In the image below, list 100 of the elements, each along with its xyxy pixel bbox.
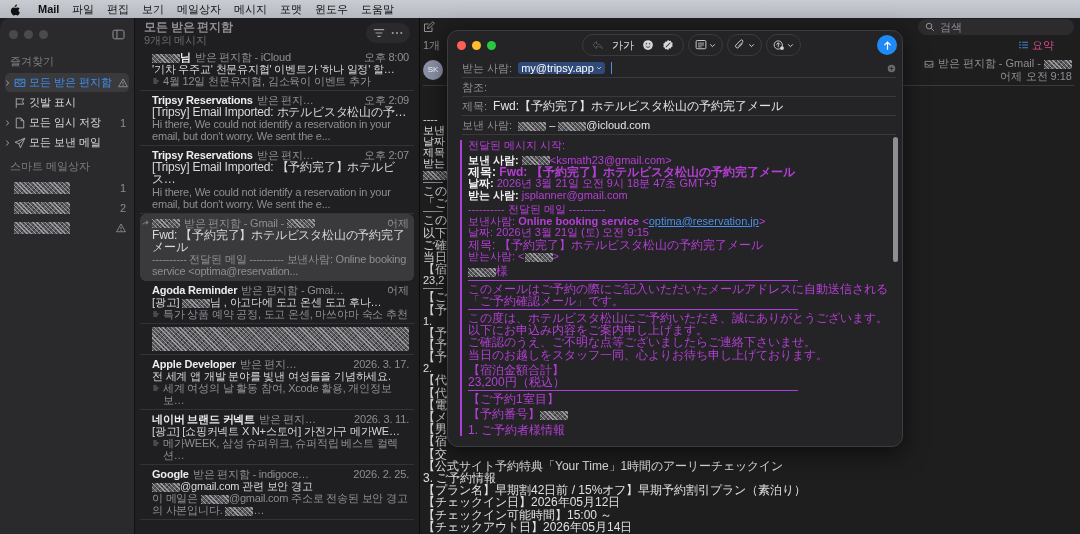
body-line: 날짜: 2026년 3월 21일 오전 9시 18분 47초 GMT+9 <box>468 178 717 190</box>
compose-icon[interactable] <box>423 21 435 33</box>
sidebar-item[interactable]: 깃발 표시 <box>5 93 129 112</box>
message-item[interactable]: 님 받은 편지함 - iCloud 오후 8:00 '기차 우주교' 천문유지협' 이벤트가 '하나 일정' 할… 4월 12일 천문유지협, 김소육이 이벤트 추가 <box>140 48 414 91</box>
sidebar-item[interactable]: 모든 임시 저장 1 <box>5 113 129 132</box>
message-text-line: 【チェックアウト日】2026年05月14日 <box>423 520 633 533</box>
message-text-line: 【代 <box>423 374 447 387</box>
message-item[interactable] <box>140 324 414 355</box>
message-item[interactable]: Apple Developer 받은 편지… 2026. 3. 17. 전 세계 앱 개발 분야를 빛낸 여성들을 기념하세요. 세계 여성의 날 활동 참여, Xcode 활용, 개인정보 보… <box>140 355 414 410</box>
sidebar-item[interactable]: 모든 받은 편지함 <box>5 73 129 92</box>
message-date: 어제 오전 9:18 <box>1000 70 1072 82</box>
chevron-icon[interactable] <box>5 78 10 87</box>
chevron-icon[interactable] <box>5 118 10 127</box>
message-text-line: 3. ご予約情報 <box>423 472 497 485</box>
recipient-token[interactable]: my@tripsy.app <box>518 62 605 74</box>
redacted-block <box>14 181 70 194</box>
message-preview: 메가WEEK, 삼성 슈퍼위크, 슈퍼적립 베스트 컬렉션… <box>163 437 400 461</box>
message-text-line: 【ご <box>423 291 447 304</box>
body-line: 当日のお越しをスタッフ一同、心よりお待ち申し上げております。 <box>468 348 828 361</box>
sidebar-toggle-icon[interactable] <box>112 28 125 40</box>
mailbox-name: 받은 편지함 - Gmail - <box>184 216 315 229</box>
message-text-line: 【宿 <box>423 435 447 448</box>
body-line: 보낸 사람: <ksmath23@gmail.com> <box>468 154 672 166</box>
message-preview: 이 메일은 @gmail.com 주소로 전송된 보안 경고의 사본입니다. … <box>152 492 409 516</box>
body-line: 【予約番号】 <box>468 408 568 421</box>
emoji-icon[interactable] <box>642 39 654 51</box>
message-item[interactable]: Tripsy Reservations 받은 편지… 오후 2:09 [Tripsy] Email Imported: ホテルビスタ松山の予… Hi there, We could not identify a reservation in your email, but don't worry. We sent the e... <box>140 91 414 147</box>
avatar: SK <box>423 59 443 80</box>
message-time: 오후 8:00 <box>363 51 409 63</box>
summarize-button[interactable]: 요약 <box>1018 37 1054 53</box>
search-field[interactable]: 검색 <box>918 19 1074 35</box>
message-text-line: 날짜 <box>423 135 445 147</box>
menu-item[interactable]: 도움말 <box>361 1 395 17</box>
menu-item[interactable]: 편집 <box>107 1 130 17</box>
message-text-line: 以下 <box>423 226 447 239</box>
menu-item[interactable]: 포맷 <box>280 1 303 17</box>
zoom-button[interactable] <box>487 40 496 50</box>
menu-item[interactable]: 메시지 <box>234 1 268 17</box>
flag-icon <box>14 96 26 109</box>
mailbox-name: 받은 편지… <box>258 413 316 425</box>
menu-item[interactable]: 윈도우 <box>315 1 349 17</box>
mailbox-name: 받은 편지함 - Gmail - <box>937 57 1072 69</box>
sidebar-item[interactable]: 2 <box>5 198 129 217</box>
message-subject: [광고] 님 , 아고다에 도고 온센 도고 후나… <box>152 296 382 308</box>
sidebar-label: 모든 임시 저장 <box>29 115 102 130</box>
message-text-line: この <box>423 214 447 227</box>
sender-name: Tripsy Reservations <box>152 94 253 106</box>
message-text-line: 【公式サイト予約特典「Your Time」1時間のアーリーチェックイン <box>423 459 784 472</box>
add-contact-button[interactable] <box>887 63 896 73</box>
message-item[interactable]: 네이버 브랜드 커넥트 받은 편지… 2026. 3. 11. [광고] [쇼핑커넥트 X N+스토어] 가전가구 메가WE… 메가WEEK, 삼성 슈퍼위크, 슈퍼적립 베스트 컬렉션… <box>140 410 414 465</box>
message-text-line: 【プラン名】早期割42日前 / 15%オフ】早期予約割引プラン（素泊り） <box>423 484 807 497</box>
sidebar-label: 깃발 표시 <box>29 95 77 110</box>
message-item[interactable]: 받은 편지함 - Gmail - 어제 Fwd: 【予約完了】ホテルビスタ松山の予約完了メール ---------- 전달된 메일 ---------- 보낸사람: Online booking service <optima@reservation... <box>140 213 414 281</box>
message-item[interactable]: Agoda Reminder 받은 편지함 - Gmai… 어제 [광고] 님 , 아고다에 도고 온센 도고 후나… 특가 상품 예약 공정, 도고 온센, 마쓰야마 숙소 추천 <box>140 281 414 324</box>
message-item[interactable]: Google 받은 편지함 - indigoce… 2026. 2. 25. @gmail.com 관련 보안 경고 이 메일은 @gmail.com 주소로 전송된 보안 경고의 사본입니다. … <box>140 465 414 520</box>
message-text-line: 【予 <box>423 326 447 339</box>
sidebar-item[interactable]: 1 <box>5 178 129 197</box>
badge-icon[interactable] <box>662 39 674 51</box>
message-count: 1개 <box>423 37 441 53</box>
minimize-button[interactable] <box>472 40 481 50</box>
sender-name: 님 <box>152 51 191 63</box>
message-time: 어제 <box>387 216 409 229</box>
message-text-line: 2. <box>423 363 433 375</box>
message-item[interactable]: Tripsy Reservations 받은 편지… 오후 2:07 [Tripsy] Email Imported: 【予約完了】ホテルビス… Hi there, We could not identify a reservation in your email, but don't worry. We sent the e... <box>140 146 414 214</box>
inbox-icon <box>14 76 26 89</box>
message-text-line: 【メ <box>423 410 447 424</box>
redacted-block <box>152 216 180 229</box>
message-text-line: この <box>423 184 447 198</box>
sidebar-item[interactable]: 모든 보낸 메일 <box>5 133 129 152</box>
message-subject: [Tripsy] Email Imported: ホテルビスタ松山の予… <box>152 106 407 119</box>
body-line: 「ご予約確認メール」です。 <box>468 294 624 307</box>
body-line: このメールはご予約の際にご記入いただいたメールアドレスに自動送信される <box>468 282 888 295</box>
message-preview: ---------- 전달된 메일 ---------- 보낸사람: Online booking service <optima@reservation... <box>152 253 408 277</box>
chevron-icon[interactable] <box>5 138 10 147</box>
body-line: 【宿泊金額合計】 <box>468 363 564 377</box>
apple-icon[interactable] <box>10 2 21 16</box>
close-button[interactable] <box>457 40 466 50</box>
filter-icon[interactable] <box>372 27 386 39</box>
mailbox-name: 받은 편지함 - indigoce… <box>192 468 309 480</box>
message-text-line: 【予 <box>423 351 447 364</box>
menu-item[interactable]: 파일 <box>72 1 95 17</box>
message-text-line: ご確 <box>423 238 447 251</box>
section-header: 스마트 메일상자 <box>10 159 91 174</box>
sidebar-label: 모든 받은 편지함 <box>29 75 113 90</box>
message-preview: Hi there, We could not identify a reservation in your email, but don't worry. We sent the e... <box>152 118 392 143</box>
message-text-line: 【予 <box>423 303 447 316</box>
message-time: 2026. 2. 25. <box>353 468 409 480</box>
field-label: 보낸 사람: <box>462 117 513 133</box>
menu-item[interactable]: 메일상자 <box>177 1 222 17</box>
sender-name: Tripsy Reservations <box>152 149 253 162</box>
message-text-line: 【予 <box>423 338 447 352</box>
menu-item[interactable]: 보기 <box>142 1 165 17</box>
text-cursor <box>610 62 612 74</box>
message-preview: 세계 여성의 날 활동 참여, Xcode 활용, 개인정보 보… <box>163 382 393 406</box>
menu-item[interactable]: Mail <box>38 3 60 15</box>
unread-count: 1 <box>119 181 126 194</box>
format-button[interactable]: 가가 <box>612 37 634 53</box>
body-line: 제목: 【予約完了】ホテルビスタ松山の予約完了メール <box>468 238 763 251</box>
message-text-line: 【代 <box>423 386 447 399</box>
send-button[interactable] <box>877 35 897 55</box>
